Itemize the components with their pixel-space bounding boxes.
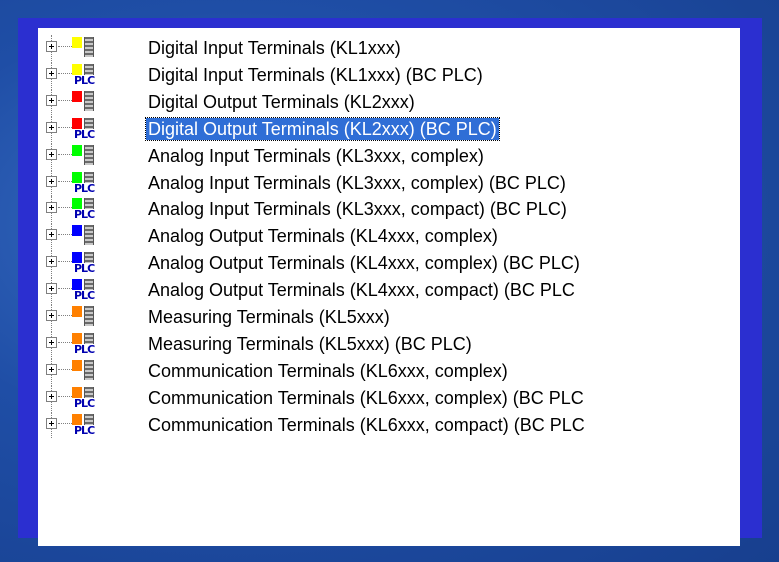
- tree-item[interactable]: Digital Input Terminals (KL1xxx): [38, 35, 740, 61]
- tree-item-label[interactable]: Digital Input Terminals (KL1xxx) (BC PLC…: [146, 64, 485, 86]
- tree-connector-line: [58, 288, 72, 290]
- expand-plus-icon[interactable]: [46, 94, 57, 106]
- tree-item-label[interactable]: Measuring Terminals (KL5xxx): [146, 306, 392, 328]
- terminal-block-icon: [84, 37, 94, 57]
- plc-label: PLC: [74, 423, 95, 437]
- expand-plus-icon[interactable]: [46, 283, 57, 295]
- terminal-icon: [72, 144, 122, 169]
- tree-item[interactable]: PLC Measuring Terminals (KL5xxx) (BC PLC): [38, 330, 740, 357]
- tree-item[interactable]: Measuring Terminals (KL5xxx): [38, 304, 740, 330]
- expand-plus-icon[interactable]: [46, 202, 57, 214]
- tree-item-label[interactable]: Communication Terminals (KL6xxx, compact…: [146, 414, 587, 436]
- plc-terminal-icon: PLC: [72, 332, 122, 357]
- plc-label: PLC: [74, 289, 95, 303]
- terminal-color-icon: [72, 90, 82, 102]
- tree-item[interactable]: PLC Digital Output Terminals (KL2xxx) (BC…: [38, 115, 740, 142]
- plc-terminal-icon: PLC: [72, 198, 122, 222]
- terminal-icon: [72, 37, 122, 61]
- terminal-icon: [72, 359, 122, 384]
- plc-label: PLC: [74, 396, 95, 410]
- expand-plus-icon[interactable]: [46, 67, 57, 79]
- expand-plus-icon[interactable]: [46, 175, 57, 187]
- terminal-color-icon: [72, 144, 82, 156]
- tree-connector-line: [58, 46, 72, 47]
- expand-plus-icon[interactable]: [46, 336, 57, 348]
- terminal-color-icon: [72, 306, 82, 317]
- terminal-block-icon: [84, 306, 94, 326]
- expand-plus-icon[interactable]: [46, 148, 57, 160]
- tree-item-label[interactable]: Analog Output Terminals (KL4xxx, compact…: [146, 279, 577, 301]
- terminal-block-icon: [84, 225, 94, 246]
- expand-plus-icon[interactable]: [46, 121, 57, 133]
- terminal-icon: [72, 90, 122, 115]
- tree-item[interactable]: PLC Communication Terminals (KL6xxx, comp…: [38, 384, 740, 411]
- expand-plus-icon[interactable]: [46, 363, 57, 375]
- plc-terminal-icon: PLC: [72, 252, 122, 276]
- plc-terminal-icon: PLC: [72, 413, 122, 438]
- tree-connector-line: [58, 261, 72, 263]
- tree-item[interactable]: Digital Output Terminals (KL2xxx): [38, 88, 740, 115]
- tree-item[interactable]: Analog Input Terminals (KL3xxx, complex): [38, 142, 740, 169]
- tree-item-label[interactable]: Communication Terminals (KL6xxx, complex…: [146, 360, 510, 382]
- tree-item[interactable]: PLC Analog Output Terminals (KL4xxx, comp…: [38, 250, 740, 277]
- terminal-block-icon: [84, 144, 94, 165]
- terminal-color-icon: [72, 225, 82, 237]
- tree-item[interactable]: Analog Output Terminals (KL4xxx, complex…: [38, 223, 740, 250]
- tree-item-label[interactable]: Analog Output Terminals (KL4xxx, complex…: [146, 252, 582, 274]
- plc-terminal-icon: PLC: [72, 63, 122, 88]
- tree-item-label[interactable]: Digital Output Terminals (KL2xxx) (BC PL…: [145, 116, 500, 141]
- plc-terminal-icon: PLC: [72, 117, 122, 142]
- tree-item[interactable]: PLC Digital Input Terminals (KL1xxx) (BC …: [38, 61, 740, 88]
- tree-connector-line: [58, 126, 72, 128]
- plc-terminal-icon: PLC: [72, 279, 122, 303]
- plc-label: PLC: [74, 181, 95, 195]
- terminal-block-icon: [84, 90, 94, 111]
- tree-connector-line: [58, 315, 72, 316]
- tree-item-label[interactable]: Digital Input Terminals (KL1xxx): [146, 37, 403, 59]
- tree-connector-line: [58, 341, 72, 343]
- tree-item-label[interactable]: Digital Output Terminals (KL2xxx): [146, 91, 417, 113]
- expand-plus-icon[interactable]: [46, 256, 57, 268]
- expand-plus-icon[interactable]: [46, 417, 57, 429]
- tree-connector-line: [58, 422, 72, 424]
- tree-item[interactable]: PLC Analog Output Terminals (KL4xxx, comp…: [38, 277, 740, 304]
- expand-plus-icon[interactable]: [46, 310, 57, 321]
- tree-item[interactable]: PLC Communication Terminals (KL6xxx, comp…: [38, 411, 740, 438]
- tree-connector-line: [58, 153, 72, 155]
- tree-item[interactable]: PLC Analog Input Terminals (KL3xxx, compa…: [38, 196, 740, 223]
- plc-label: PLC: [74, 342, 95, 356]
- tree-connector-line: [58, 99, 72, 101]
- terminal-tree[interactable]: Digital Input Terminals (KL1xxx) PLC Digit…: [38, 28, 740, 546]
- plc-label: PLC: [74, 127, 95, 141]
- expand-plus-icon[interactable]: [46, 390, 57, 402]
- tree-item-label[interactable]: Measuring Terminals (KL5xxx) (BC PLC): [146, 333, 474, 355]
- tree-connector-line: [58, 72, 72, 74]
- plc-label: PLC: [74, 73, 95, 87]
- tree-item-label[interactable]: Analog Input Terminals (KL3xxx, complex)…: [146, 172, 568, 194]
- plc-terminal-icon: PLC: [72, 171, 122, 196]
- tree-item[interactable]: Communication Terminals (KL6xxx, complex…: [38, 357, 740, 384]
- tree-connector-line: [58, 180, 72, 182]
- plc-terminal-icon: PLC: [72, 386, 122, 411]
- tree-connector-line: [58, 234, 72, 236]
- expand-plus-icon[interactable]: [46, 41, 57, 52]
- terminal-color-icon: [72, 359, 82, 371]
- plc-label: PLC: [74, 208, 95, 222]
- tree-item-label[interactable]: Analog Input Terminals (KL3xxx, complex): [146, 145, 486, 167]
- terminal-icon: [72, 306, 122, 330]
- tree-connector-line: [58, 368, 72, 370]
- tree-item-label[interactable]: Analog Output Terminals (KL4xxx, complex…: [146, 225, 500, 247]
- tree-connector-line: [58, 395, 72, 397]
- plc-label: PLC: [74, 262, 95, 276]
- tree-connector-line: [58, 207, 72, 209]
- tree-item[interactable]: PLC Analog Input Terminals (KL3xxx, compl…: [38, 169, 740, 196]
- tree-item-label[interactable]: Analog Input Terminals (KL3xxx, compact)…: [146, 198, 569, 220]
- tree-item-label[interactable]: Communication Terminals (KL6xxx, complex…: [146, 387, 586, 409]
- expand-plus-icon[interactable]: [46, 229, 57, 241]
- terminal-color-icon: [72, 37, 82, 48]
- terminal-block-icon: [84, 359, 94, 380]
- terminal-icon: [72, 225, 122, 249]
